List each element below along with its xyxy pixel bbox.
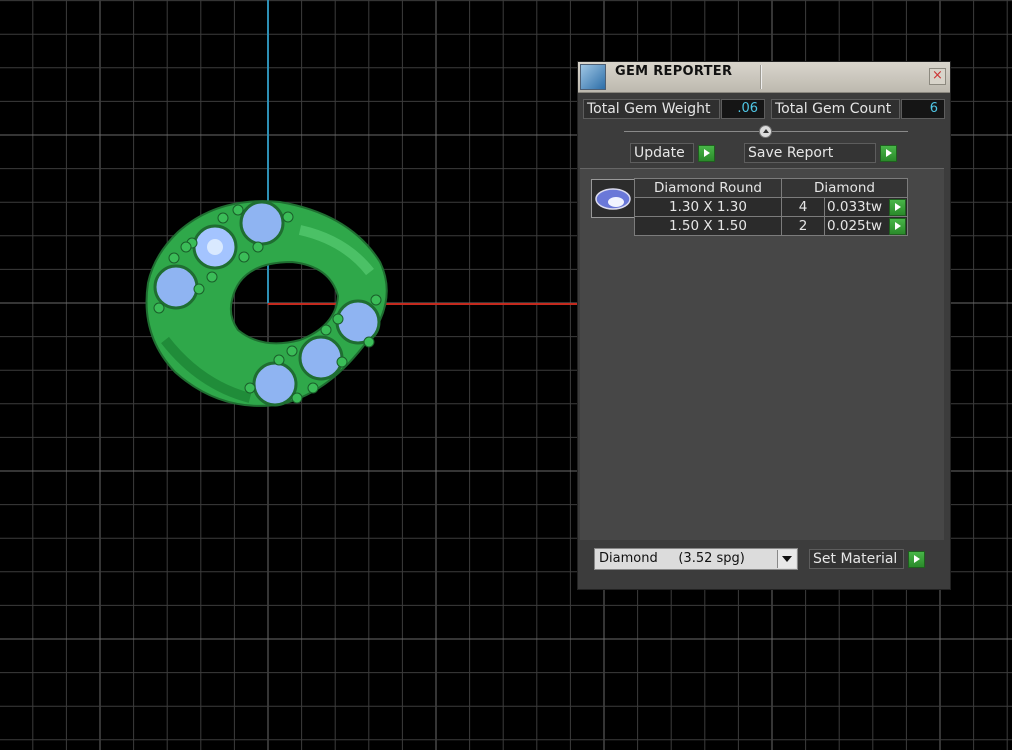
close-button[interactable]: × [929,68,946,85]
row-go-icon[interactable] [889,199,906,216]
panel-title: GEM REPORTER [615,64,733,79]
round-gem-icon[interactable] [591,179,635,218]
gem-count-cell: 2 [781,216,825,236]
total-gem-count-label: Total Gem Count [771,99,900,119]
table-row[interactable]: 1.30 X 1.30 4 0.033tw [634,197,908,217]
total-gem-weight-label: Total Gem Weight [583,99,720,119]
gem-stone [298,335,344,381]
gem-size-cell: 1.30 X 1.30 [634,197,782,217]
gem-reporter-panel: GEM REPORTER × Total Gem Weight .06 Tota… [577,61,951,590]
gem-stone [153,264,199,310]
table-row[interactable]: 1.50 X 1.50 2 0.025tw [634,216,908,236]
gem-size-cell: 1.50 X 1.50 [634,216,782,236]
gem-weight-text: 0.033tw [827,199,882,215]
gem-table: Diamond Round Diamond 1.30 X 1.30 4 0.03… [634,178,908,236]
material-dropdown[interactable]: Diamond (3.52 spg) [594,548,798,570]
titlebar-divider [760,65,762,89]
gem-weight-cell: 0.025tw [824,216,908,236]
row-go-icon[interactable] [889,218,906,235]
total-gem-weight-value: .06 [721,99,765,119]
gem-weight-text: 0.025tw [827,218,882,234]
dropdown-arrow-icon[interactable] [777,550,796,568]
save-report-button[interactable]: Save Report [744,143,876,163]
update-go-icon[interactable] [698,145,715,162]
slider-knob[interactable] [759,125,772,138]
material-selected-value: Diamond (3.52 spg) [599,551,745,566]
table-header-cut: Diamond Round [634,178,782,198]
table-header-type: Diamond [781,178,908,198]
gem-weight-cell: 0.033tw [824,197,908,217]
gem-list-area[interactable]: Diamond Round Diamond 1.30 X 1.30 4 0.03… [580,168,944,541]
total-gem-count-value: 6 [901,99,945,119]
gem-count-cell: 4 [781,197,825,217]
panel-titlebar[interactable]: GEM REPORTER × [578,62,950,93]
material-bar: Diamond (3.52 spg) Set Material [580,540,948,586]
gem-stone [239,200,285,246]
set-material-button[interactable]: Set Material [809,549,904,569]
table-header-row: Diamond Round Diamond [634,178,908,198]
save-report-go-icon[interactable] [880,145,897,162]
set-material-go-icon[interactable] [908,551,925,568]
update-button[interactable]: Update [630,143,694,163]
gem-stone [335,299,381,345]
gem-reporter-icon [580,64,606,90]
gem-stone [252,361,298,407]
ring-model[interactable] [145,200,388,407]
gem-sparkle [207,239,223,255]
